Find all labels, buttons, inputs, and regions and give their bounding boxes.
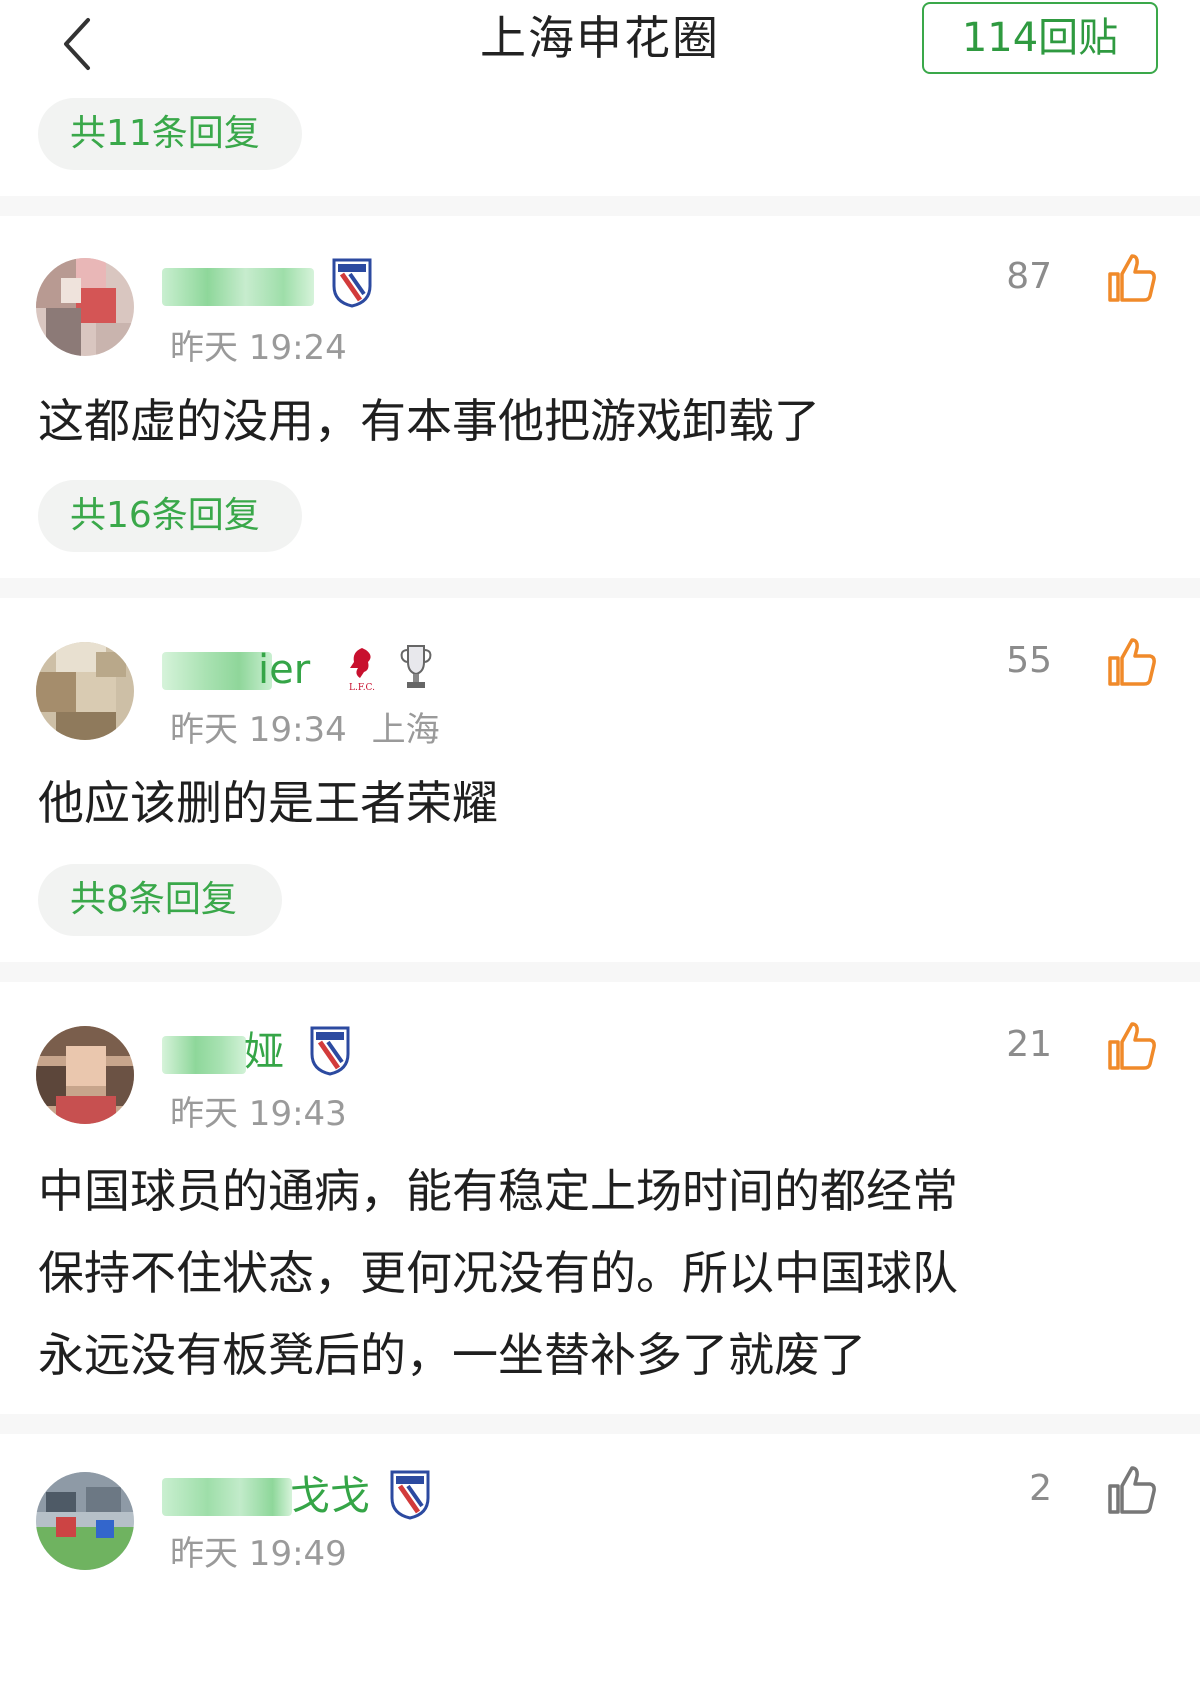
reply-count-button[interactable]: 114回贴: [922, 2, 1158, 74]
comment-meta: 昨天 19:49: [170, 1532, 347, 1576]
avatar[interactable]: [36, 1472, 134, 1570]
like-count: 21: [1006, 1024, 1052, 1065]
view-replies-button[interactable]: 共11条回复›: [38, 98, 302, 226]
comment-time: 昨天 19:43: [170, 1094, 347, 1134]
username-text: 戈戈: [290, 1473, 370, 1519]
top-bar: 上海申花圈 114回贴: [0, 0, 1200, 90]
comment-text-line: 永远没有板凳后的，一坐替补多了就废了: [38, 1328, 866, 1382]
thumbs-up-icon[interactable]: [1106, 1464, 1158, 1516]
comment-text: 这都虚的没用，有本事他把游戏卸载了: [38, 394, 820, 448]
comment-text-line: 中国球员的通病，能有稳定上场时间的都经常: [38, 1164, 958, 1218]
like-count: 55: [1006, 640, 1052, 681]
blurred-name: [162, 652, 272, 690]
liverpool-badge-icon: L.F.C.: [340, 642, 384, 694]
replies-label: 共11条回复: [70, 113, 260, 154]
blurred-name: [162, 268, 314, 306]
divider: [0, 1414, 1200, 1434]
divider: [0, 578, 1200, 598]
avatar[interactable]: [36, 1026, 134, 1124]
username[interactable]: 戈戈: [162, 1470, 402, 1522]
avatar[interactable]: [36, 642, 134, 740]
replies-label: 共8条回复: [70, 879, 237, 920]
comment-meta: 昨天 19:34 上海: [170, 708, 440, 752]
comment-text: 中国球员的通病，能有稳定上场时间的都经常 保持不住状态，更何况没有的。所以中国球…: [38, 1150, 1158, 1396]
view-replies-button[interactable]: 共16条回复›: [38, 480, 302, 608]
divider: [0, 962, 1200, 982]
shenhua-badge-icon: [388, 1468, 432, 1520]
username-text: ier: [258, 647, 311, 693]
username[interactable]: [162, 260, 462, 312]
like-count: 87: [1006, 256, 1052, 297]
divider: [0, 196, 1200, 216]
svg-text:L.F.C.: L.F.C.: [349, 683, 375, 693]
replies-label: 共16条回复: [70, 495, 260, 536]
comment-meta: 昨天 19:43: [170, 1092, 347, 1136]
avatar[interactable]: [36, 258, 134, 356]
shenhua-badge-icon: [308, 1024, 352, 1076]
comment-meta: 昨天 19:24: [170, 326, 347, 370]
comment-time: 昨天 19:24: [170, 328, 347, 368]
comment-text: 他应该删的是王者荣耀: [38, 776, 498, 830]
username-text: 娅: [244, 1029, 284, 1075]
comment-time: 昨天 19:34: [170, 710, 347, 750]
comment-location: 上海: [371, 710, 440, 750]
thumbs-up-icon[interactable]: [1106, 252, 1158, 304]
like-count: 2: [1029, 1468, 1052, 1509]
thumbs-up-icon[interactable]: [1106, 636, 1158, 688]
thumbs-up-icon[interactable]: [1106, 1020, 1158, 1072]
blurred-name: [162, 1478, 292, 1516]
comment-text-line: 保持不住状态，更何况没有的。所以中国球队: [38, 1246, 958, 1300]
trophy-badge-icon: [394, 640, 438, 692]
shenhua-badge-icon: [330, 256, 374, 308]
view-replies-button[interactable]: 共8条回复›: [38, 864, 282, 992]
blurred-name: [162, 1036, 246, 1074]
comment-time: 昨天 19:49: [170, 1534, 347, 1574]
